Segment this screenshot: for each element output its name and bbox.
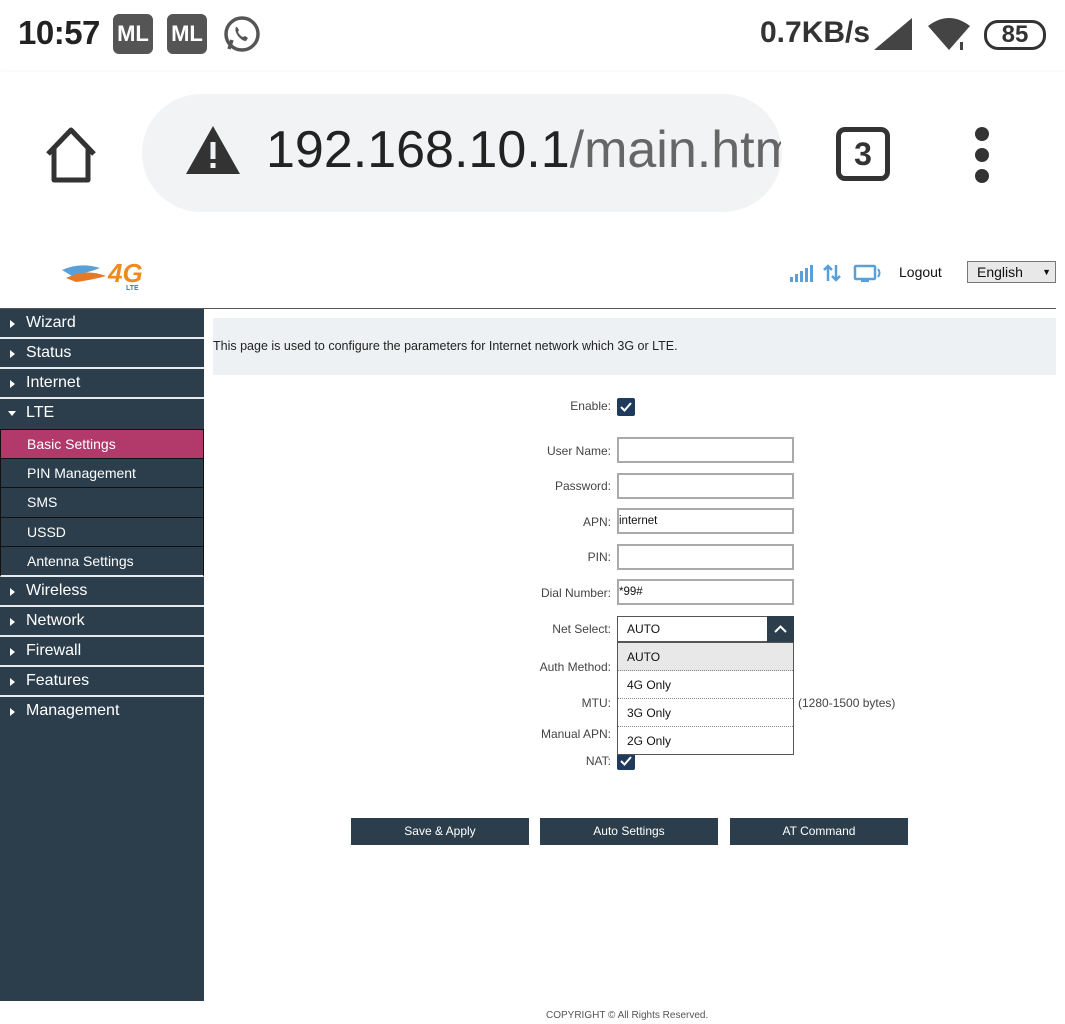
sidebar-item-label: Wizard	[26, 314, 76, 331]
sidebar-item-status[interactable]: Status	[0, 339, 204, 369]
cell-signal-icon	[874, 18, 912, 50]
auth-method-label: Auth Method:	[539, 660, 611, 674]
warning-icon[interactable]	[184, 124, 242, 176]
page-description: This page is used to configure the param…	[213, 318, 1056, 375]
dial-number-label: Dial Number:	[540, 586, 611, 600]
copyright-text: COPYRIGHT © All Rights Reserved.	[546, 1010, 709, 1021]
net-option-2g-only[interactable]: 2G Only	[618, 727, 793, 755]
status-bar: 10:57 ML ML 0.7KB/s 85	[0, 0, 1065, 72]
manual-apn-label: Manual APN:	[540, 727, 611, 741]
data-transfer-icon	[823, 264, 841, 282]
wifi-icon	[928, 18, 970, 50]
chevron-up-icon[interactable]	[767, 616, 794, 642]
expand-arrow-icon	[10, 617, 15, 626]
sidebar-item-label: Wireless	[26, 581, 88, 599]
net-option-3g-only[interactable]: 3G Only	[618, 699, 793, 727]
language-value: English	[977, 264, 1023, 280]
expand-arrow-icon	[10, 587, 15, 596]
sidebar-subitem-basic-settings[interactable]: Basic Settings	[0, 429, 204, 459]
sidebar-item-internet[interactable]: Internet	[0, 369, 204, 399]
expand-arrow-icon	[10, 647, 15, 656]
logo-text: 4G	[107, 258, 143, 288]
sidebar-item-label: Features	[26, 671, 90, 689]
sidebar-item-lte[interactable]: LTE	[0, 399, 204, 429]
apn-label: APN:	[582, 515, 611, 529]
sidebar-item-label: Network	[26, 611, 85, 629]
enable-label: Enable:	[570, 399, 611, 413]
sidebar-item-firewall[interactable]: Firewall	[0, 637, 204, 667]
apn-input[interactable]: internet	[617, 508, 794, 534]
browser-toolbar: 192.168.10.1/main.htm 3	[0, 72, 1065, 238]
sidebar-subitem-pin-management[interactable]: PIN Management	[0, 458, 204, 489]
mtu-label: MTU:	[581, 696, 611, 710]
sidebar-item-label: Internet	[26, 374, 81, 391]
expand-arrow-icon	[10, 380, 15, 388]
sidebar-item-network[interactable]: Network	[0, 607, 204, 637]
auto-settings-button[interactable]: Auto Settings	[540, 818, 718, 845]
language-select[interactable]: English ▼	[967, 261, 1056, 283]
sidebar-subitem-sms[interactable]: SMS	[0, 488, 204, 518]
tab-switcher-button[interactable]: 3	[836, 127, 890, 181]
device-monitor-icon	[853, 264, 881, 282]
checkmark-icon	[620, 402, 632, 412]
sidebar-item-wireless[interactable]: Wireless	[0, 577, 204, 607]
save-apply-button[interactable]: Save & Apply	[351, 818, 529, 845]
net-option-4g-only[interactable]: 4G Only	[618, 671, 793, 699]
expand-arrow-icon	[10, 350, 15, 358]
network-speed: 0.7KB/s	[760, 16, 871, 49]
at-command-button[interactable]: AT Command	[730, 818, 908, 845]
sidebar-item-label: Status	[26, 344, 72, 361]
brand-logo: 4G LTE	[62, 258, 143, 292]
sidebar-item-label: Firewall	[26, 641, 82, 659]
pin-label: PIN:	[587, 550, 611, 564]
enable-checkbox[interactable]	[617, 398, 635, 416]
logout-link[interactable]: Logout	[899, 264, 942, 280]
address-bar[interactable]: 192.168.10.1/main.htm	[142, 94, 782, 212]
ml-app-icon: ML	[113, 14, 153, 54]
sidebar-subitem-antenna-settings[interactable]: Antenna Settings	[0, 547, 204, 577]
expand-arrow-icon	[10, 707, 15, 716]
router-page: 4G LTE Logout English ▼ Wizard Status In…	[0, 238, 1065, 1024]
whatsapp-icon	[224, 16, 260, 52]
sidebar: Wizard Status Internet LTE Basic Setting…	[0, 309, 204, 1001]
sidebar-item-wizard[interactable]: Wizard	[0, 309, 204, 339]
sidebar-item-label: Management	[26, 701, 120, 719]
sidebar-item-management[interactable]: Management	[0, 697, 204, 727]
description-text: This page is used to configure the param…	[213, 339, 678, 353]
user-name-label: User Name:	[546, 444, 611, 458]
home-icon[interactable]	[40, 124, 102, 186]
net-select-options: AUTO 4G Only 3G Only 2G Only	[617, 642, 794, 755]
checkmark-icon	[620, 756, 632, 766]
sidebar-subitem-ussd[interactable]: USSD	[0, 517, 204, 548]
user-name-input[interactable]	[617, 437, 794, 463]
dial-number-input[interactable]: *99#	[617, 579, 794, 605]
header-status-icons	[790, 264, 881, 282]
password-input[interactable]	[617, 473, 794, 499]
logo-subtext: LTE	[126, 285, 139, 292]
net-select-label: Net Select:	[552, 622, 611, 636]
collapse-arrow-icon	[8, 411, 16, 416]
url-path: /main.htm	[569, 121, 782, 179]
more-menu-icon[interactable]	[966, 127, 998, 183]
url-text[interactable]: 192.168.10.1/main.htm	[266, 120, 782, 180]
dropdown-arrow-icon: ▼	[1042, 267, 1051, 277]
net-option-auto[interactable]: AUTO	[618, 643, 793, 671]
nat-label: NAT:	[585, 754, 611, 768]
expand-arrow-icon	[10, 320, 15, 328]
net-select-dropdown[interactable]: AUTO	[617, 616, 794, 642]
net-select-value: AUTO	[627, 622, 661, 636]
password-label: Password:	[554, 479, 611, 493]
url-host: 192.168.10.1	[266, 121, 570, 179]
mtu-hint: (1280-1500 bytes)	[798, 696, 896, 710]
ml-app-icon: ML	[167, 14, 207, 54]
sidebar-item-features[interactable]: Features	[0, 667, 204, 697]
status-time: 10:57	[18, 14, 100, 51]
pin-input[interactable]	[617, 544, 794, 570]
battery-icon: 85	[984, 20, 1046, 50]
signal-bars-icon	[790, 265, 813, 282]
sidebar-item-label: LTE	[26, 404, 55, 421]
expand-arrow-icon	[10, 677, 15, 686]
